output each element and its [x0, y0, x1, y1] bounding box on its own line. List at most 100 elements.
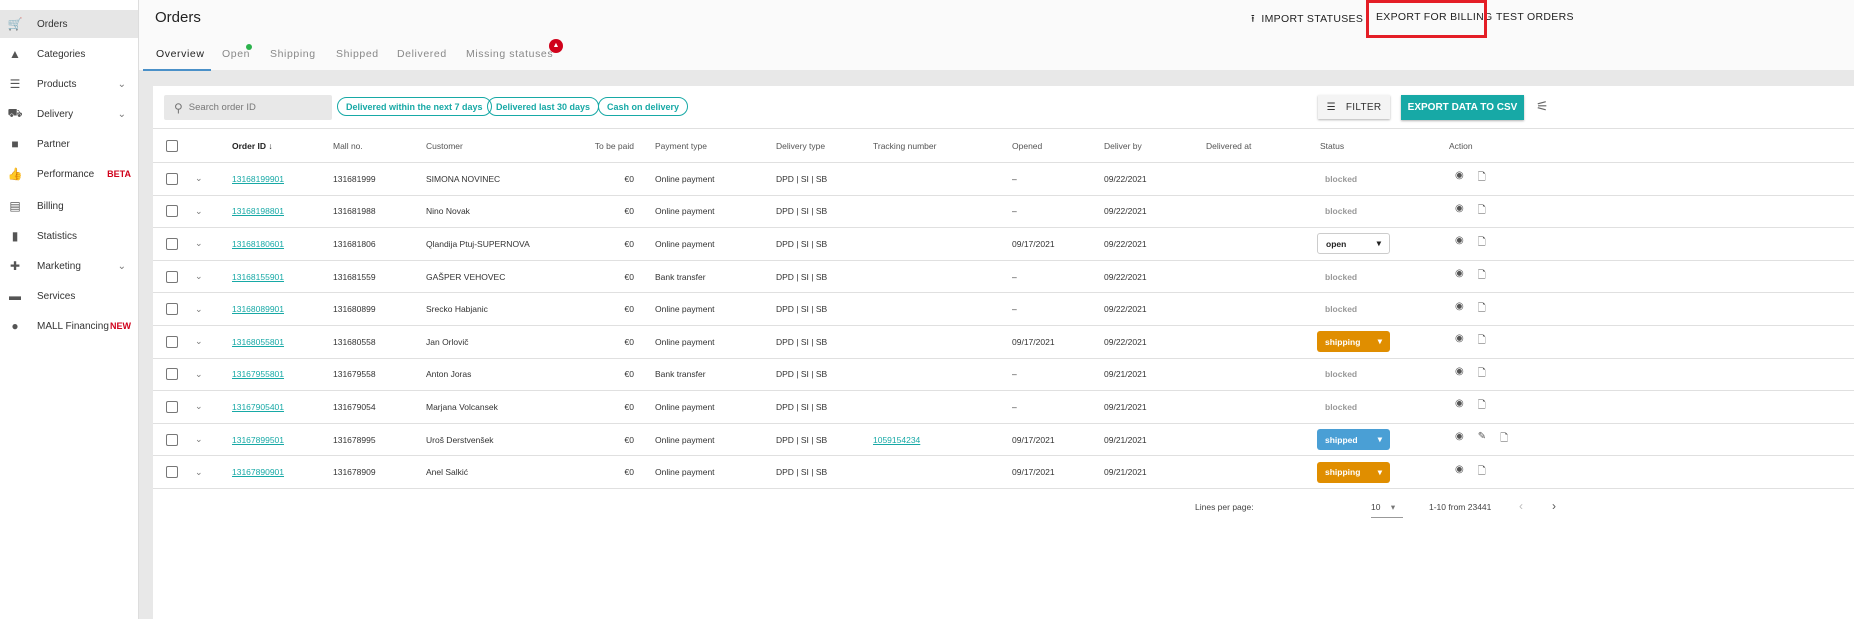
header-order-id[interactable]: Order ID ↓	[232, 141, 333, 151]
row-checkbox[interactable]	[166, 205, 178, 218]
chip-delivered-next-7-days[interactable]: Delivered within the next 7 days	[337, 97, 492, 116]
view-eye-icon[interactable]: ◉	[1455, 268, 1464, 285]
payment-type: Online payment	[655, 434, 715, 445]
chevron-down-icon[interactable]: ⌄	[118, 261, 126, 272]
expand-chevron-icon[interactable]: ⌄	[195, 271, 203, 281]
row-checkbox[interactable]	[166, 400, 178, 413]
sidebar-item-orders[interactable]: 🛒 Orders	[0, 10, 138, 38]
sidebar-item-products[interactable]: ☰ Products ⌄	[0, 70, 138, 98]
sidebar-item-delivery[interactable]: ⛟ Delivery ⌄	[0, 100, 138, 128]
document-icon[interactable]: 🗋	[1478, 301, 1486, 318]
tab-delivered[interactable]: Delivered	[397, 48, 447, 60]
view-eye-icon[interactable]: ◉	[1455, 235, 1464, 252]
view-eye-icon[interactable]: ◉	[1455, 431, 1464, 448]
next-page-icon[interactable]: ›	[1552, 499, 1556, 513]
sidebar-item-billing[interactable]: ▤ Billing	[0, 192, 138, 220]
sidebar-item-performance[interactable]: 👍 Performance BETA	[0, 160, 138, 188]
status-select[interactable]: shipped ▾	[1317, 429, 1390, 451]
deliver-by-date: 09/22/2021	[1104, 173, 1147, 184]
document-icon[interactable]: 🗋	[1478, 464, 1486, 481]
order-id-link[interactable]: 13168180601	[232, 239, 284, 249]
document-icon[interactable]: 🗋	[1478, 170, 1486, 187]
deliver-by-date: 09/22/2021	[1104, 336, 1147, 347]
sidebar-item-mall-financing[interactable]: ● MALL Financing NEW	[0, 312, 138, 340]
tracking-number-link[interactable]: 1059154234	[873, 435, 920, 445]
header-deliver-by: Deliver by	[1104, 140, 1142, 151]
deliver-by-date: 09/21/2021	[1104, 467, 1147, 478]
tab-open[interactable]: Open	[222, 48, 250, 60]
document-icon[interactable]: 🗋	[1500, 431, 1508, 448]
status-select[interactable]: open ▾	[1317, 233, 1390, 255]
column-settings-icon[interactable]: ⚟	[1536, 98, 1549, 115]
view-eye-icon[interactable]: ◉	[1455, 366, 1464, 383]
sidebar-item-categories[interactable]: ▲ Categories	[0, 40, 138, 68]
expand-chevron-icon[interactable]: ⌄	[195, 467, 203, 477]
view-eye-icon[interactable]: ◉	[1455, 301, 1464, 318]
tab-shipped[interactable]: Shipped	[336, 48, 379, 60]
expand-chevron-icon[interactable]: ⌄	[195, 206, 203, 216]
document-icon[interactable]: 🗋	[1478, 333, 1486, 350]
expand-chevron-icon[interactable]: ⌄	[195, 369, 203, 379]
sidebar-item-partner[interactable]: ■ Partner	[0, 130, 138, 158]
sidebar-item-services[interactable]: ▬ Services	[0, 282, 138, 310]
view-eye-icon[interactable]: ◉	[1455, 333, 1464, 350]
document-icon[interactable]: 🗋	[1478, 203, 1486, 220]
status-text: blocked	[1325, 173, 1358, 184]
chevron-down-icon[interactable]: ⌄	[118, 79, 126, 90]
sidebar-item-statistics[interactable]: ▮ Statistics	[0, 222, 138, 250]
expand-chevron-icon[interactable]: ⌄	[195, 304, 203, 314]
test-orders-button[interactable]: TEST ORDERS	[1496, 11, 1574, 23]
expand-chevron-icon[interactable]: ⌄	[195, 401, 203, 411]
filter-button[interactable]: ☰ FILTER	[1318, 95, 1390, 119]
prev-page-icon[interactable]: ‹	[1519, 499, 1523, 513]
tab-missing-statuses[interactable]: Missing statuses	[466, 48, 553, 60]
table-row: ⌄ 13167890901 131678909 Anel Salkić €0 O…	[153, 455, 1854, 488]
order-id-link[interactable]: 13167899501	[232, 435, 284, 445]
order-id-link[interactable]: 13168089901	[232, 304, 284, 314]
tab-shipping[interactable]: Shipping	[270, 48, 316, 60]
edit-pencil-icon[interactable]: ✎	[1478, 431, 1486, 448]
order-id-link[interactable]: 13167890901	[232, 467, 284, 477]
order-id-link[interactable]: 13167955801	[232, 369, 284, 379]
expand-chevron-icon[interactable]: ⌄	[195, 173, 203, 183]
order-id-link[interactable]: 13168055801	[232, 337, 284, 347]
financing-icon: ●	[11, 319, 19, 333]
row-checkbox[interactable]	[166, 303, 178, 316]
row-checkbox[interactable]	[166, 237, 178, 250]
order-id-link[interactable]: 13168155901	[232, 272, 284, 282]
export-csv-button[interactable]: EXPORT DATA TO CSV	[1401, 95, 1524, 120]
document-icon[interactable]: 🗋	[1478, 235, 1486, 252]
document-icon[interactable]: 🗋	[1478, 398, 1486, 415]
view-eye-icon[interactable]: ◉	[1455, 203, 1464, 220]
select-all-checkbox[interactable]	[166, 139, 178, 152]
view-eye-icon[interactable]: ◉	[1455, 398, 1464, 415]
sidebar-item-marketing[interactable]: ✚ Marketing ⌄	[0, 252, 138, 280]
chip-delivered-last-30-days[interactable]: Delivered last 30 days	[487, 97, 600, 116]
tab-overview[interactable]: Overview	[156, 48, 205, 60]
row-checkbox[interactable]	[166, 368, 178, 381]
view-eye-icon[interactable]: ◉	[1455, 464, 1464, 481]
row-checkbox[interactable]	[166, 466, 178, 479]
expand-chevron-icon[interactable]: ⌄	[195, 434, 203, 444]
order-id-link[interactable]: 13167905401	[232, 402, 284, 412]
import-statuses-button[interactable]: ⭱ IMPORT STATUSES	[1251, 11, 1363, 29]
view-eye-icon[interactable]: ◉	[1455, 170, 1464, 187]
document-icon[interactable]: 🗋	[1478, 366, 1486, 383]
import-statuses-label: IMPORT STATUSES	[1261, 13, 1364, 25]
lines-per-page-select[interactable]: 10 ▾	[1371, 498, 1403, 518]
status-select[interactable]: shipping ▾	[1317, 331, 1390, 353]
mall-no: 131681806	[333, 238, 376, 249]
expand-chevron-icon[interactable]: ⌄	[195, 238, 203, 248]
row-checkbox[interactable]	[166, 335, 178, 348]
chip-cash-on-delivery[interactable]: Cash on delivery	[598, 97, 689, 116]
order-id-link[interactable]: 13168199901	[232, 174, 284, 184]
row-checkbox[interactable]	[166, 270, 178, 283]
order-id-link[interactable]: 13168198801	[232, 206, 284, 216]
search-input[interactable]: ⚲ Search order ID	[164, 95, 332, 120]
expand-chevron-icon[interactable]: ⌄	[195, 336, 203, 346]
document-icon[interactable]: 🗋	[1478, 268, 1486, 285]
row-checkbox[interactable]	[166, 172, 178, 185]
status-select[interactable]: shipping ▾	[1317, 461, 1390, 483]
row-checkbox[interactable]	[166, 433, 178, 446]
chevron-down-icon[interactable]: ⌄	[118, 109, 126, 120]
